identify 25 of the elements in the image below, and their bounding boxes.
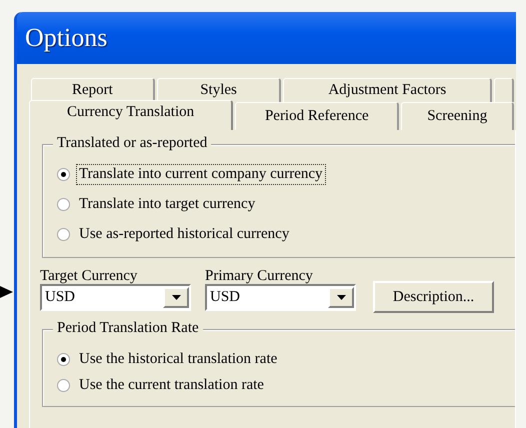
tab[interactable]: Period Reference [235,102,400,130]
radio-label[interactable]: Translate into current company currency [76,164,326,184]
radio-label[interactable]: Use the historical translation rate [76,348,280,370]
radio-label[interactable]: Use the current translation rate [76,374,267,396]
tab[interactable]: Styles [156,78,282,102]
radio-label[interactable]: Translate into target currency [76,194,258,214]
tab[interactable]: Adjustment Factors [283,78,492,102]
field-label: Primary Currency [205,268,314,284]
radio-button[interactable] [57,352,70,366]
radio-button[interactable] [57,228,70,240]
radio-button[interactable] [57,168,70,180]
tab[interactable]: Report [31,78,155,102]
pointer-arrow-icon [0,286,13,298]
tab[interactable]: Screening [401,102,514,130]
dropdown-field[interactable]: USD [40,284,191,311]
radio-button[interactable] [57,198,70,210]
window-title: Options [25,23,108,53]
tab[interactable]: Currency Translation [29,100,234,130]
radio-button[interactable] [57,378,70,392]
group-title: Translated or as-reported [53,135,212,152]
dropdown-field[interactable]: USD [205,284,356,311]
description-button[interactable]: Description... [373,281,494,313]
field-label: Target Currency [40,268,138,284]
radio-label[interactable]: Use as-reported historical currency [76,224,292,244]
tab[interactable] [494,78,514,102]
